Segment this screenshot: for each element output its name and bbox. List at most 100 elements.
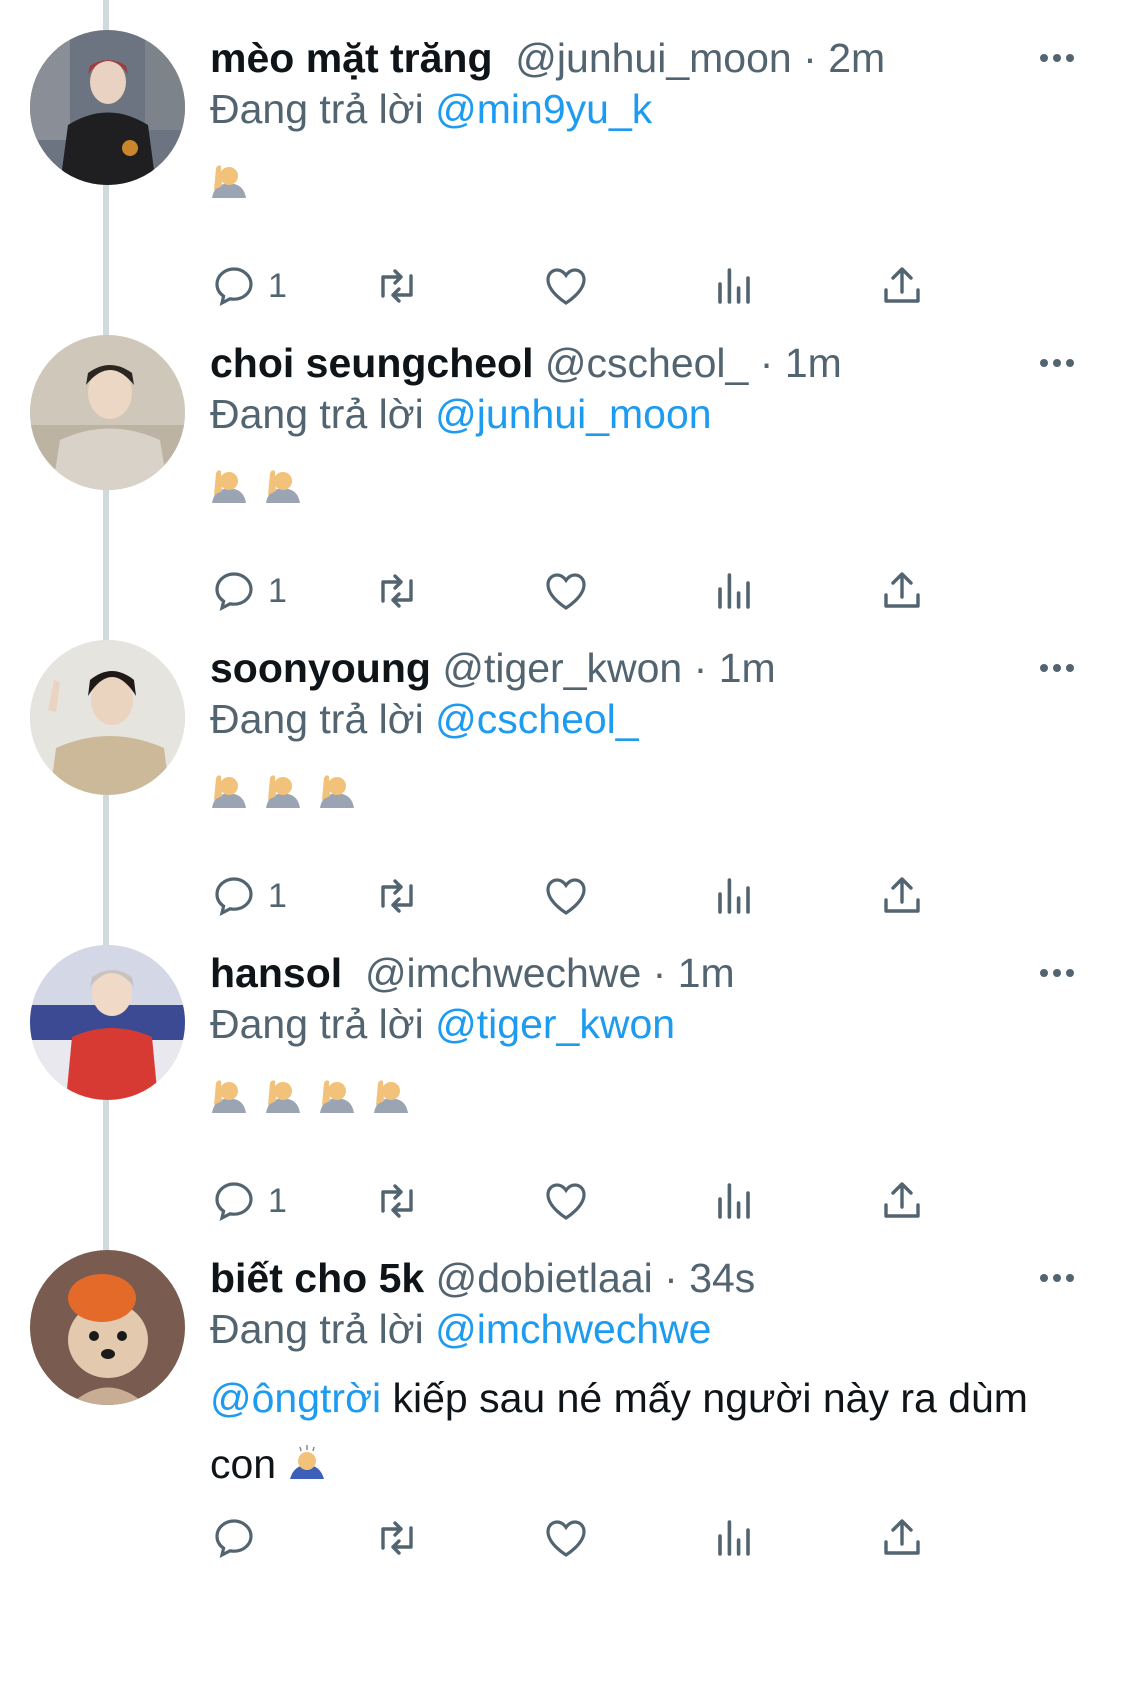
- replying-to: Đang trả lời @min9yu_k: [210, 80, 652, 138]
- timestamp[interactable]: 1m: [785, 340, 842, 386]
- reply-count: 1: [268, 876, 287, 915]
- tweet-text: @ôngtrời kiếp sau né mấy người này ra dù…: [210, 1365, 1090, 1500]
- bowing-emoji: [288, 1434, 326, 1500]
- analytics-icon: [718, 573, 750, 609]
- retweet-icon: [381, 269, 413, 303]
- user-handle[interactable]: @tiger_kwon: [442, 645, 682, 691]
- share-icon: [884, 1519, 920, 1555]
- display-name[interactable]: hansol: [210, 950, 342, 996]
- separator: ·: [652, 950, 667, 996]
- like-icon: [546, 268, 586, 305]
- more-icon[interactable]: [1029, 1250, 1085, 1306]
- user-handle[interactable]: @dobietlaai: [436, 1255, 653, 1301]
- separator: ·: [693, 645, 708, 691]
- share-icon: [884, 877, 920, 913]
- raising-hand-emoji: [264, 465, 302, 505]
- retweet-icon: [381, 1184, 413, 1218]
- more-icon[interactable]: [1029, 30, 1085, 86]
- analytics-button[interactable]: [710, 1510, 758, 1566]
- reply-count: 1: [268, 266, 287, 305]
- display-name[interactable]: biết cho 5k: [210, 1255, 424, 1301]
- timestamp[interactable]: 2m: [828, 35, 885, 81]
- raising-hand-emoji: [372, 1075, 410, 1115]
- text-mention-link[interactable]: @ôngtrời: [210, 1375, 381, 1421]
- reply-count: 1: [268, 571, 287, 610]
- reply-icon: [215, 267, 253, 307]
- raising-hand-emoji: [210, 1075, 248, 1115]
- tweet[interactable]: biết cho 5k @dobietlaai · 34s Đang trả l…: [0, 1220, 1125, 1696]
- retweet-icon: [381, 574, 413, 608]
- analytics-icon: [718, 268, 750, 304]
- user-handle[interactable]: @imchwechwe: [365, 950, 641, 996]
- raising-hand-emoji: [264, 1075, 302, 1115]
- reply-icon: [215, 1519, 253, 1559]
- separator: ·: [803, 35, 817, 81]
- tweet[interactable]: hansol @imchwechwe · 1m Đang trả lời @ti…: [0, 915, 1125, 1245]
- more-icon[interactable]: [1029, 335, 1085, 391]
- avatar[interactable]: [30, 1250, 185, 1405]
- separator: ·: [759, 340, 774, 386]
- replying-mention-link[interactable]: @tiger_kwon: [435, 1001, 675, 1047]
- replying-mention-link[interactable]: @imchwechwe: [435, 1306, 711, 1352]
- share-icon: [884, 267, 920, 303]
- replying-prefix: Đang trả lời: [210, 696, 424, 742]
- timestamp[interactable]: 34s: [689, 1255, 755, 1301]
- raising-hand-emoji: [210, 465, 248, 505]
- retweet-button[interactable]: [373, 1510, 421, 1566]
- display-name[interactable]: choi seungcheol: [210, 340, 534, 386]
- retweet-icon: [381, 879, 413, 913]
- reply-icon: [215, 1182, 253, 1222]
- replying-prefix: Đang trả lời: [210, 1306, 424, 1352]
- analytics-icon: [718, 1183, 750, 1219]
- retweet-icon: [381, 1521, 413, 1555]
- separator: ·: [664, 1255, 678, 1301]
- display-name[interactable]: mèo mặt trăng: [210, 35, 493, 81]
- replying-mention-link[interactable]: @min9yu_k: [435, 86, 652, 132]
- share-icon: [884, 572, 920, 608]
- replying-to: Đang trả lời @tiger_kwon: [210, 995, 675, 1053]
- replying-mention-link[interactable]: @cscheol_: [435, 696, 638, 742]
- raising-hand-emoji: [318, 1075, 356, 1115]
- tweet[interactable]: mèo mặt trăng @junhui_moon · 2m Đang trả…: [0, 0, 1125, 330]
- user-handle[interactable]: @junhui_moon: [515, 35, 791, 81]
- share-button[interactable]: [878, 1510, 926, 1566]
- timestamp[interactable]: 1m: [678, 950, 735, 996]
- raising-hand-emoji: [264, 770, 302, 810]
- tweet-actions: [210, 1510, 1030, 1566]
- like-icon: [546, 1520, 586, 1557]
- user-handle[interactable]: @cscheol_: [545, 340, 748, 386]
- avatar[interactable]: [30, 640, 185, 795]
- raising-hand-emoji: [210, 770, 248, 810]
- raising-hand-emoji: [318, 770, 356, 810]
- analytics-icon: [718, 878, 750, 914]
- analytics-icon: [718, 1520, 750, 1556]
- more-icon[interactable]: [1029, 640, 1085, 696]
- tweet-emoji-content: [210, 770, 356, 810]
- reply-icon: [215, 572, 253, 612]
- replying-mention-link[interactable]: @junhui_moon: [435, 391, 711, 437]
- replying-prefix: Đang trả lời: [210, 1001, 424, 1047]
- like-button[interactable]: [542, 1510, 590, 1566]
- tweet[interactable]: soonyoung @tiger_kwon · 1m Đang trả lời …: [0, 610, 1125, 940]
- replying-prefix: Đang trả lời: [210, 86, 424, 132]
- avatar[interactable]: [30, 945, 185, 1100]
- replying-to: Đang trả lời @junhui_moon: [210, 385, 712, 443]
- reply-button[interactable]: [210, 1510, 258, 1566]
- reply-count: 1: [268, 1181, 287, 1220]
- replying-prefix: Đang trả lời: [210, 391, 424, 437]
- replying-to: Đang trả lời @imchwechwe: [210, 1300, 711, 1358]
- tweet-emoji-content: [210, 160, 248, 200]
- reply-icon: [215, 877, 253, 917]
- replying-to: Đang trả lời @cscheol_: [210, 690, 639, 748]
- tweet[interactable]: choi seungcheol @cscheol_ · 1m Đang trả …: [0, 305, 1125, 635]
- timestamp[interactable]: 1m: [719, 645, 776, 691]
- avatar[interactable]: [30, 30, 185, 185]
- tweet-emoji-content: [210, 465, 302, 505]
- like-icon: [546, 1183, 586, 1220]
- raising-hand-emoji: [210, 160, 248, 200]
- more-icon[interactable]: [1029, 945, 1085, 1001]
- like-icon: [546, 573, 586, 610]
- avatar[interactable]: [30, 335, 185, 490]
- display-name[interactable]: soonyoung: [210, 645, 431, 691]
- share-icon: [884, 1182, 920, 1218]
